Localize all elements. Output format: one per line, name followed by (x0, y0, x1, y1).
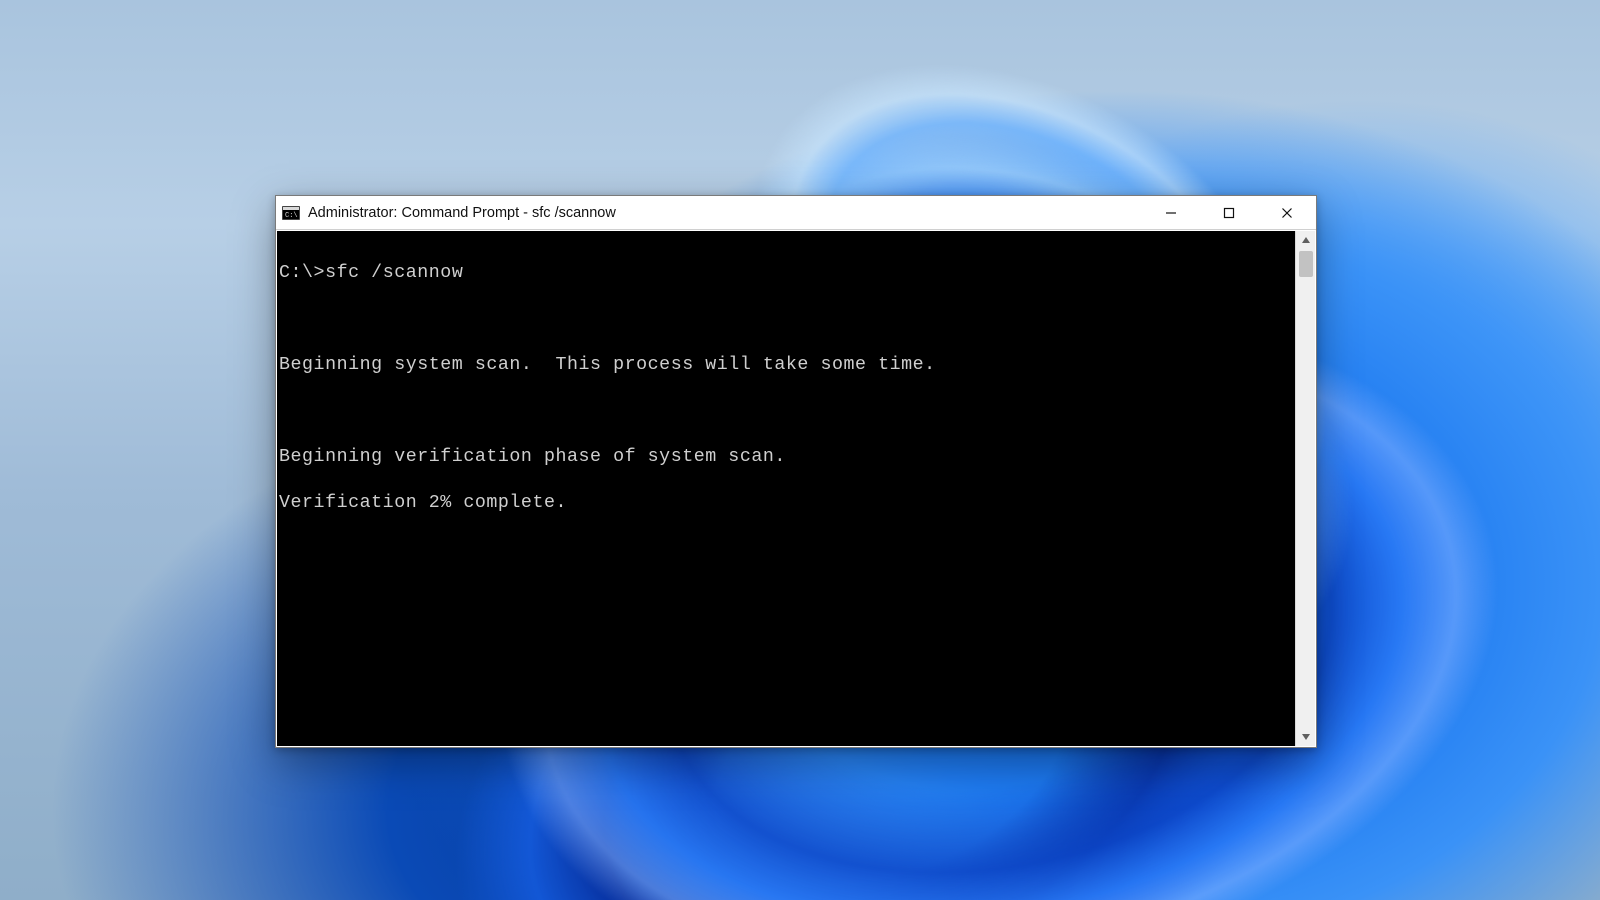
scroll-up-arrow-icon[interactable] (1296, 231, 1315, 249)
terminal-line: Beginning system scan. This process will… (277, 354, 1295, 377)
terminal-output[interactable]: C:\>sfc /scannow Beginning system scan. … (277, 231, 1295, 746)
scrollbar-thumb[interactable] (1299, 251, 1313, 277)
terminal-line: Beginning verification phase of system s… (277, 446, 1295, 469)
terminal-blank (277, 400, 1295, 423)
terminal-blank (277, 308, 1295, 331)
command-prompt-icon: C:\ (282, 206, 300, 220)
window-client-area: C:\>sfc /scannow Beginning system scan. … (277, 231, 1315, 746)
maximize-button[interactable] (1200, 196, 1258, 229)
scroll-down-arrow-icon[interactable] (1296, 728, 1315, 746)
prompt: C:\> (279, 263, 325, 283)
window-title: Administrator: Command Prompt - sfc /sca… (308, 205, 1142, 221)
vertical-scrollbar[interactable] (1295, 231, 1315, 746)
svg-text:C:\: C:\ (285, 212, 298, 220)
close-button[interactable] (1258, 196, 1316, 229)
command-text: sfc /scannow (325, 263, 463, 283)
desktop-wallpaper: C:\ Administrator: Command Prompt - sfc … (0, 0, 1600, 900)
minimize-button[interactable] (1142, 196, 1200, 229)
titlebar[interactable]: C:\ Administrator: Command Prompt - sfc … (276, 196, 1316, 230)
command-prompt-window[interactable]: C:\ Administrator: Command Prompt - sfc … (275, 195, 1317, 748)
terminal-line: Verification 2% complete. (277, 492, 1295, 515)
window-controls (1142, 196, 1316, 229)
